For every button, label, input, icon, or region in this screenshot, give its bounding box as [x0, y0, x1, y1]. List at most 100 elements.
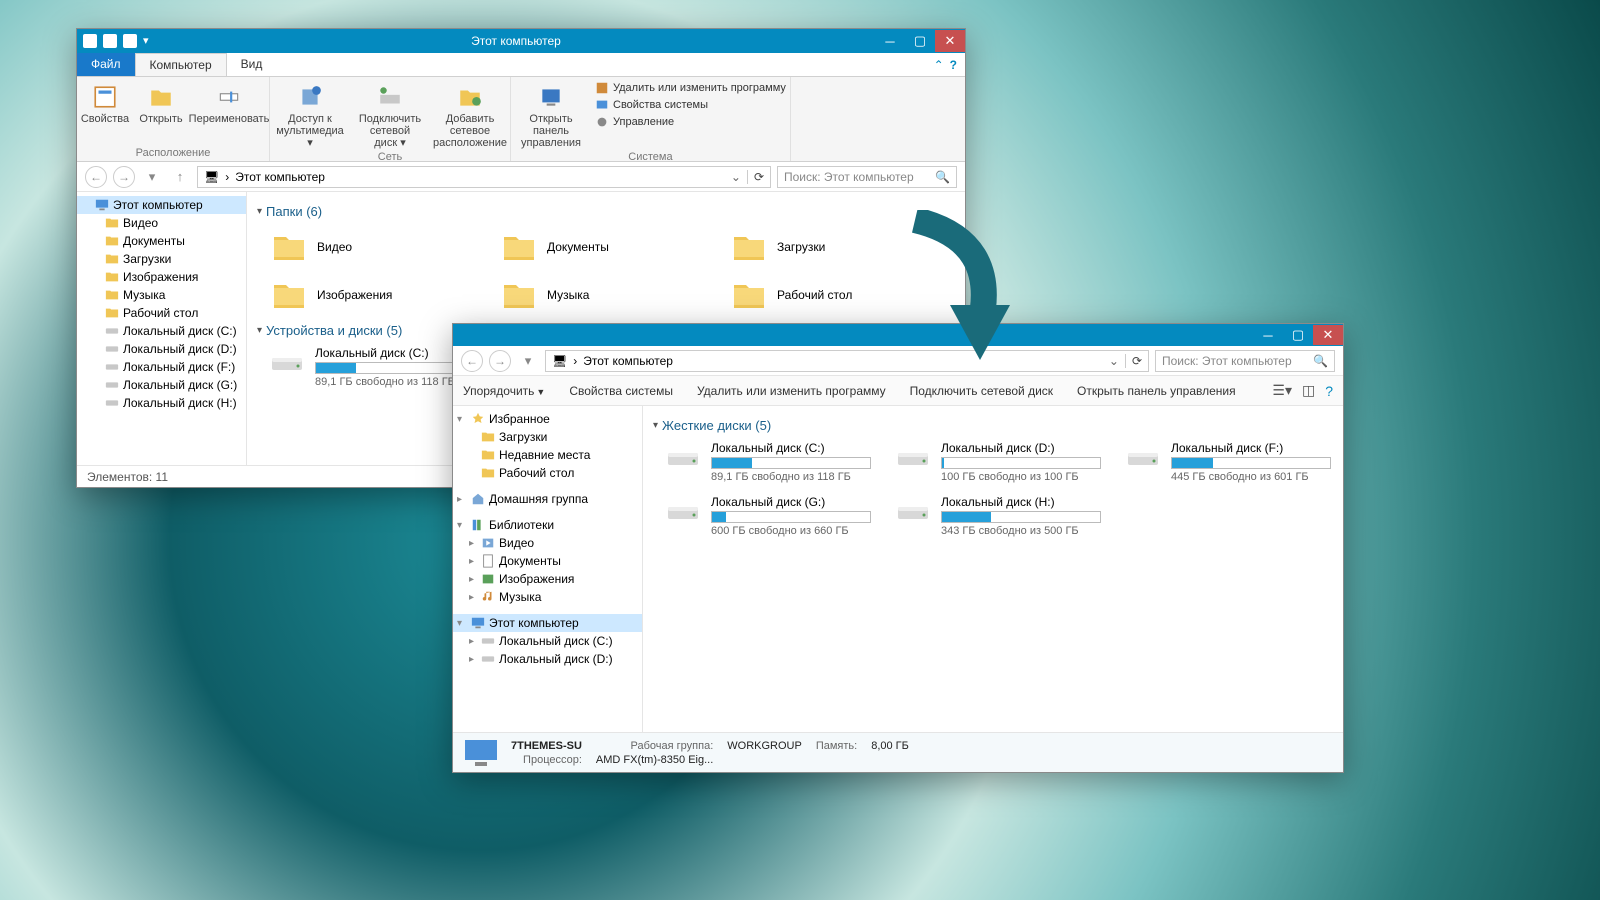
cmd-map-drive[interactable]: Подключить сетевой диск [910, 384, 1053, 398]
breadcrumb[interactable]: Этот компьютер [583, 354, 673, 368]
tab-file[interactable]: Файл [77, 53, 135, 76]
ribbon-properties[interactable]: Свойства [77, 79, 133, 125]
ribbon-rename[interactable]: Переименовать [189, 79, 269, 125]
tree-item[interactable]: Локальный диск (G:) [77, 376, 246, 394]
refresh-button[interactable]: ⟳ [1125, 354, 1142, 368]
forward-button[interactable]: → [113, 166, 135, 188]
tree-item[interactable]: ▸Локальный диск (C:) [453, 632, 642, 650]
search-input[interactable]: Поиск: Этот компьютер 🔍 [1155, 350, 1335, 372]
tree-item[interactable]: ▸Видео [453, 534, 642, 552]
drive-item[interactable]: Локальный диск (C:)89,1 ГБ свободно из 1… [267, 344, 477, 390]
disk-icon [665, 441, 701, 477]
breadcrumb[interactable]: Этот компьютер [235, 170, 325, 184]
folder-item[interactable]: Видео [267, 225, 477, 269]
tree-item[interactable]: ▸Изображения [453, 570, 642, 588]
ribbon-map-drive[interactable]: Подключить сетевой диск ▾ [350, 79, 430, 149]
tree-item[interactable]: Локальный диск (D:) [77, 340, 246, 358]
refresh-button[interactable]: ⟳ [747, 170, 764, 184]
tree-item[interactable]: Загрузки [453, 428, 642, 446]
address-bar[interactable]: 🖥 › Этот компьютер ⌄ ⟳ [545, 350, 1149, 372]
tab-computer[interactable]: Компьютер [135, 53, 227, 76]
ribbon-control-panel[interactable]: Открыть панель управления [511, 79, 591, 149]
minimize-button[interactable]: ─ [875, 30, 905, 52]
content-pane[interactable]: ▾Жесткие диски (5) Локальный диск (C:)89… [643, 406, 1343, 732]
organize-menu[interactable]: Упорядочить▼ [463, 384, 545, 398]
quick-access-icons[interactable]: ▾ [77, 34, 157, 48]
ribbon-add-network[interactable]: Добавить сетевое расположение [430, 79, 510, 149]
tab-view[interactable]: Вид [227, 53, 277, 76]
section-folders[interactable]: ▾Папки (6) [257, 204, 955, 219]
search-icon[interactable]: 🔍 [935, 170, 950, 184]
nav-tree[interactable]: Этот компьютерВидеоДокументыЗагрузкиИзоб… [77, 192, 247, 465]
back-button[interactable]: ← [85, 166, 107, 188]
tree-item[interactable]: Рабочий стол [453, 464, 642, 482]
maximize-button[interactable]: ▢ [905, 30, 935, 52]
forward-button[interactable]: → [489, 350, 511, 372]
drive-item[interactable]: Локальный диск (C:)89,1 ГБ свободно из 1… [663, 439, 873, 485]
cmd-control-panel[interactable]: Открыть панель управления [1077, 384, 1236, 398]
nav-tree[interactable]: ▾ИзбранноеЗагрузкиНедавние местаРабочий … [453, 406, 643, 732]
disk-icon [105, 360, 119, 374]
disk-icon [895, 495, 931, 531]
tree-item[interactable]: Видео [77, 214, 246, 232]
tree-item[interactable]: Этот компьютер [77, 196, 246, 214]
maximize-button[interactable]: ▢ [1283, 325, 1313, 345]
tree-item[interactable]: Музыка [77, 286, 246, 304]
drive-item[interactable]: Локальный диск (G:)600 ГБ свободно из 66… [663, 493, 873, 539]
tree-item[interactable]: ▸Домашняя группа [453, 490, 642, 508]
titlebar[interactable]: ─ ▢ ✕ [453, 324, 1343, 346]
folder-item[interactable]: Загрузки [727, 225, 937, 269]
tree-item[interactable]: Локальный диск (C:) [77, 322, 246, 340]
folder-item[interactable]: Рабочий стол [727, 273, 937, 317]
ribbon-manage[interactable]: Управление [595, 115, 786, 129]
disk-icon [105, 324, 119, 338]
drive-item[interactable]: Локальный диск (H:)343 ГБ свободно из 50… [893, 493, 1103, 539]
dropdown-icon[interactable]: ⌄ [731, 170, 741, 184]
search-icon[interactable]: 🔍 [1313, 354, 1328, 368]
fold-icon [481, 466, 495, 480]
back-button[interactable]: ← [461, 350, 483, 372]
close-button[interactable]: ✕ [935, 30, 965, 52]
ribbon-media-access[interactable]: Доступ к мультимедиа ▾ [270, 79, 350, 149]
tree-item[interactable]: Недавние места [453, 446, 642, 464]
up-button[interactable]: ↑ [169, 166, 191, 188]
tree-item[interactable]: ▸Документы [453, 552, 642, 570]
tree-item[interactable]: Рабочий стол [77, 304, 246, 322]
titlebar[interactable]: ▾ Этот компьютер ─ ▢ ✕ [77, 29, 965, 53]
fold-icon [105, 216, 119, 230]
address-bar[interactable]: 🖥 › Этот компьютер ⌄ ⟳ [197, 166, 771, 188]
section-drives[interactable]: ▾Жесткие диски (5) [653, 418, 1333, 433]
tree-item[interactable]: ▾Этот компьютер [453, 614, 642, 632]
ribbon-uninstall-program[interactable]: Удалить или изменить программу [595, 81, 786, 95]
tree-item[interactable]: Локальный диск (H:) [77, 394, 246, 412]
folder-item[interactable]: Изображения [267, 273, 477, 317]
view-options-icon[interactable]: ☰▾ [1272, 382, 1292, 399]
folder-item[interactable]: Музыка [497, 273, 707, 317]
recent-locations-icon[interactable]: ▾ [517, 350, 539, 372]
folder-item[interactable]: Документы [497, 225, 707, 269]
tree-item[interactable]: ▸Локальный диск (D:) [453, 650, 642, 668]
drive-item[interactable]: Локальный диск (D:)100 ГБ свободно из 10… [893, 439, 1103, 485]
cmd-uninstall[interactable]: Удалить или изменить программу [697, 384, 886, 398]
close-button[interactable]: ✕ [1313, 325, 1343, 345]
search-input[interactable]: Поиск: Этот компьютер 🔍 [777, 166, 957, 188]
tree-item[interactable]: ▾Библиотеки [453, 516, 642, 534]
drive-item[interactable]: Локальный диск (F:)445 ГБ свободно из 60… [1123, 439, 1333, 485]
tree-item[interactable]: Загрузки [77, 250, 246, 268]
help-icon[interactable]: ? [950, 58, 957, 72]
cmd-system-properties[interactable]: Свойства системы [569, 384, 673, 398]
tree-item[interactable]: ▸Музыка [453, 588, 642, 606]
preview-pane-icon[interactable]: ◫ [1302, 382, 1315, 399]
help-icon[interactable]: ? [1325, 383, 1333, 399]
ribbon-system-properties[interactable]: Свойства системы [595, 98, 786, 112]
ribbon-collapse-icon[interactable]: ⌃ [934, 58, 944, 72]
recent-locations-icon[interactable]: ▾ [141, 166, 163, 188]
ribbon-open[interactable]: Открыть [133, 79, 189, 125]
tree-item[interactable]: Изображения [77, 268, 246, 286]
doc-icon [481, 554, 495, 568]
tree-item[interactable]: Локальный диск (F:) [77, 358, 246, 376]
minimize-button[interactable]: ─ [1253, 325, 1283, 345]
dropdown-icon[interactable]: ⌄ [1109, 354, 1119, 368]
tree-item[interactable]: Документы [77, 232, 246, 250]
tree-item[interactable]: ▾Избранное [453, 410, 642, 428]
